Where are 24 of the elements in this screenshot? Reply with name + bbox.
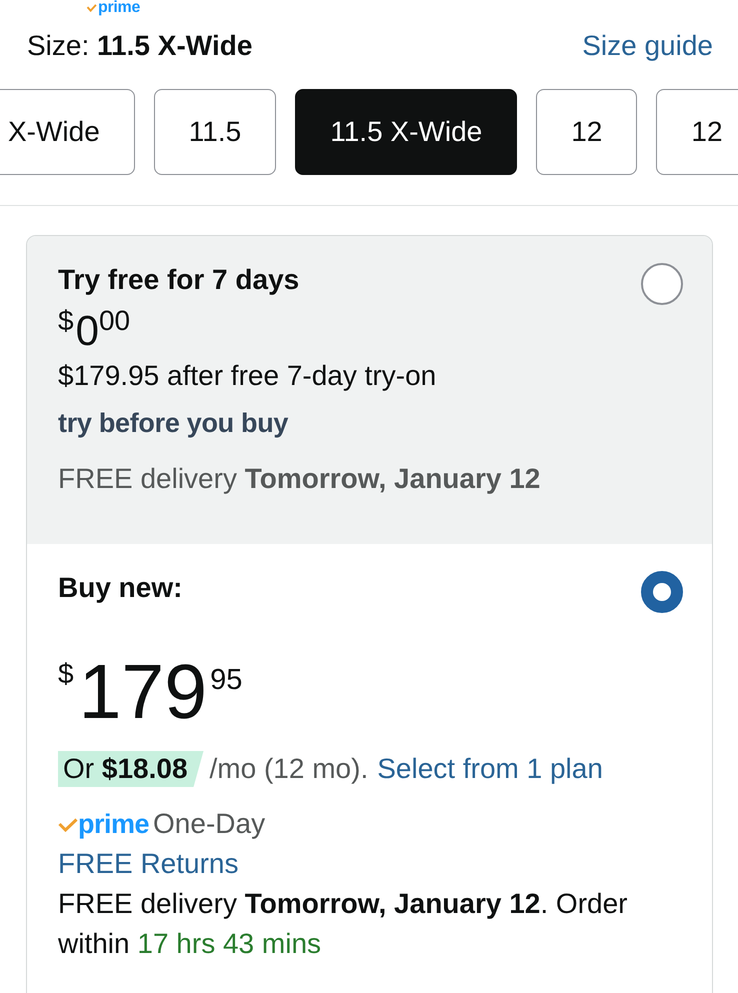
option-title: Try free for 7 days [58,263,300,297]
check-icon [86,4,97,12]
select-plan-link[interactable]: Select from 1 plan [377,749,603,789]
prime-logo-text: prime [98,0,140,16]
payment-term: /mo (12 mo). [210,752,368,786]
size-option[interactable]: X-Wide [0,89,135,175]
radio-button[interactable] [641,571,683,613]
check-icon [58,818,78,832]
delivery-info: FREE delivery Tomorrow, January 12. Order within 17 hrs 43 mins [58,887,628,961]
prime-logo-text: prime [78,808,150,841]
size-guide-link[interactable]: Size guide [582,26,713,66]
size-option[interactable]: 11.5 [154,89,276,175]
selected-size-label: Size: 11.5 X-Wide [27,29,252,63]
option-title: Buy new: [58,571,182,605]
radio-button[interactable] [641,263,683,305]
tagline: try before you buy [58,407,290,440]
delivery-speed: One-Day [153,807,266,841]
delivery-info: FREE delivery Tomorrow, January 12 [58,462,542,496]
monthly-payment-badge: Or $18.08 [58,751,204,787]
size-option[interactable]: 12 [536,89,638,175]
size-option[interactable]: 12 [656,89,738,175]
size-option[interactable]: 11.5 X-Wide [295,89,518,175]
price-note: $179.95 after free 7-day try-on [58,359,438,393]
free-returns-link[interactable]: FREE Returns [58,848,238,879]
